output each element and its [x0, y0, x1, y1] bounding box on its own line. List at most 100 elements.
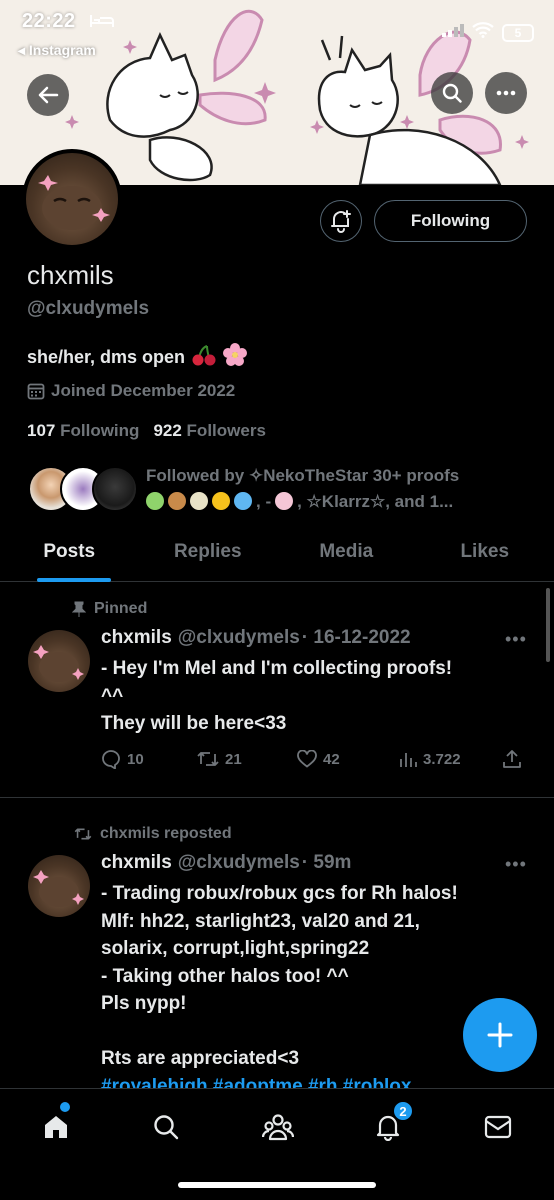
nav-messages[interactable]	[478, 1107, 518, 1147]
bio-text: she/her, dms open	[27, 347, 186, 367]
post-header: chxmils @clxudymels · 16-12-2022	[101, 627, 411, 649]
nav-home[interactable]	[36, 1107, 76, 1147]
home-icon	[45, 1116, 67, 1138]
following-button[interactable]: Following	[374, 200, 527, 242]
tab-posts[interactable]: Posts	[0, 530, 139, 582]
search-icon	[442, 83, 462, 103]
repost-count: 21	[225, 750, 242, 768]
search-icon	[154, 1115, 179, 1140]
sunflower-emoji-icon	[212, 492, 230, 510]
reply-icon	[102, 750, 120, 769]
notifications-badge: 2	[392, 1100, 414, 1122]
post-date: · 16-12-2022	[301, 627, 411, 648]
nav-communities[interactable]	[258, 1107, 298, 1147]
followed-by-line-1: Followed by ✧NekoTheStar 30+ proofs	[146, 466, 460, 485]
post-body: - Trading robux/robux gcs for Rh halos! …	[101, 883, 458, 1069]
cherries-icon	[191, 344, 217, 371]
reposted-label: chxmils reposted	[74, 825, 232, 843]
followed-by-line-2: , -, ☆Klarrz☆, and 1...	[146, 489, 516, 515]
bubble-tea-emoji-icon	[168, 492, 186, 510]
tab-replies[interactable]: Replies	[139, 530, 278, 581]
post-text: - Trading robux/robux gcs for Rh halos! …	[101, 880, 521, 1100]
post-date: · 59m	[301, 852, 352, 873]
home-indicator	[178, 1182, 376, 1188]
tab-likes[interactable]: Likes	[416, 530, 554, 581]
cat-photo	[38, 175, 110, 230]
sleep-focus-icon	[90, 14, 114, 33]
status-bar: 22:22 ◂ Instagram 5	[0, 0, 554, 58]
repost-action[interactable]: 21	[197, 750, 297, 768]
view-count: 3.722	[423, 750, 461, 768]
compose-post-button[interactable]	[463, 998, 537, 1072]
post-text: - Hey I'm Mel and I'm collecting proofs!…	[101, 658, 453, 734]
post-actions: 10 21 42 3.722	[101, 749, 531, 769]
followed-by-avatars[interactable]	[28, 466, 138, 514]
search-button[interactable]	[431, 72, 473, 114]
views-action[interactable]: 3.722	[399, 750, 503, 768]
cat-photo	[33, 645, 84, 682]
cherry-blossom-icon	[223, 343, 248, 372]
arrow-left-icon	[38, 86, 59, 104]
post-more-options[interactable]: •••	[505, 629, 527, 650]
cat-photo	[33, 870, 84, 907]
status-time: 22:22	[22, 10, 76, 32]
author-name[interactable]: chxmils	[101, 627, 172, 649]
scrollbar[interactable]	[546, 588, 550, 662]
back-to-app-link[interactable]: ◂ Instagram	[18, 42, 96, 59]
post-header: chxmils @clxudymels · 59m	[101, 852, 351, 874]
reposted-text: chxmils reposted	[100, 825, 232, 842]
post-more-options[interactable]: •••	[505, 854, 527, 875]
author-handle: @clxudymels	[177, 627, 300, 648]
follow-stats: 107 Following 922 Followers	[27, 421, 266, 441]
like-action[interactable]: 42	[297, 750, 399, 768]
more-options-button[interactable]	[485, 72, 527, 114]
followed-by-line-2-tail: , ☆Klarrz☆, and 1...	[297, 492, 454, 511]
home-unread-dot	[60, 1102, 70, 1112]
communities-icon	[262, 1114, 294, 1141]
diamond-emoji-icon	[234, 492, 252, 510]
battery-icon: 5	[502, 23, 534, 42]
like-count: 42	[323, 750, 340, 768]
post-divider	[0, 797, 554, 798]
profile-bio: she/her, dms open	[27, 343, 248, 372]
repost-icon	[197, 752, 219, 766]
share-icon	[503, 750, 521, 768]
avatar[interactable]	[28, 855, 90, 917]
fairy-emoji-icon	[146, 492, 164, 510]
profile-avatar[interactable]	[22, 149, 122, 249]
reply-action[interactable]: 10	[101, 749, 197, 769]
nav-search[interactable]	[146, 1107, 186, 1147]
pinned-text: Pinned	[94, 600, 148, 617]
reply-count: 10	[127, 750, 144, 768]
display-name: chxmils	[27, 260, 114, 290]
pinned-label: Pinned	[72, 600, 148, 618]
signal-icon	[442, 23, 464, 42]
followers-stat[interactable]: 922 Followers	[153, 421, 265, 441]
heart-icon	[297, 750, 317, 768]
avatar[interactable]	[28, 630, 90, 692]
notifications-toggle-button[interactable]	[320, 200, 362, 242]
repost-icon	[74, 828, 92, 840]
views-chart-icon	[400, 753, 417, 767]
author-name[interactable]: chxmils	[101, 852, 172, 874]
mail-icon	[484, 1115, 512, 1139]
followed-by-text[interactable]: Followed by ✧NekoTheStar 30+ proofs , -,…	[146, 463, 516, 515]
joined-date: Joined December 2022	[27, 381, 235, 401]
author-handle: @clxudymels	[177, 852, 300, 873]
share-action[interactable]	[503, 749, 521, 769]
bell-plus-icon	[331, 210, 351, 233]
joined-text: Joined December 2022	[51, 381, 236, 400]
follower-avatar-3	[92, 466, 138, 512]
shell-emoji-icon	[275, 492, 294, 510]
profile-tabs: Posts Replies Media Likes	[0, 530, 554, 582]
profile-handle: @clxudymels	[27, 298, 150, 319]
flower-bouquet-emoji-icon	[190, 492, 208, 510]
tab-media[interactable]: Media	[277, 530, 416, 581]
following-stat[interactable]: 107 Following	[27, 421, 139, 441]
ellipsis-icon	[496, 90, 516, 96]
wifi-icon	[472, 22, 494, 43]
back-button[interactable]	[27, 74, 69, 116]
calendar-icon	[27, 383, 45, 400]
plus-icon	[487, 1022, 513, 1048]
pin-icon	[72, 601, 86, 617]
